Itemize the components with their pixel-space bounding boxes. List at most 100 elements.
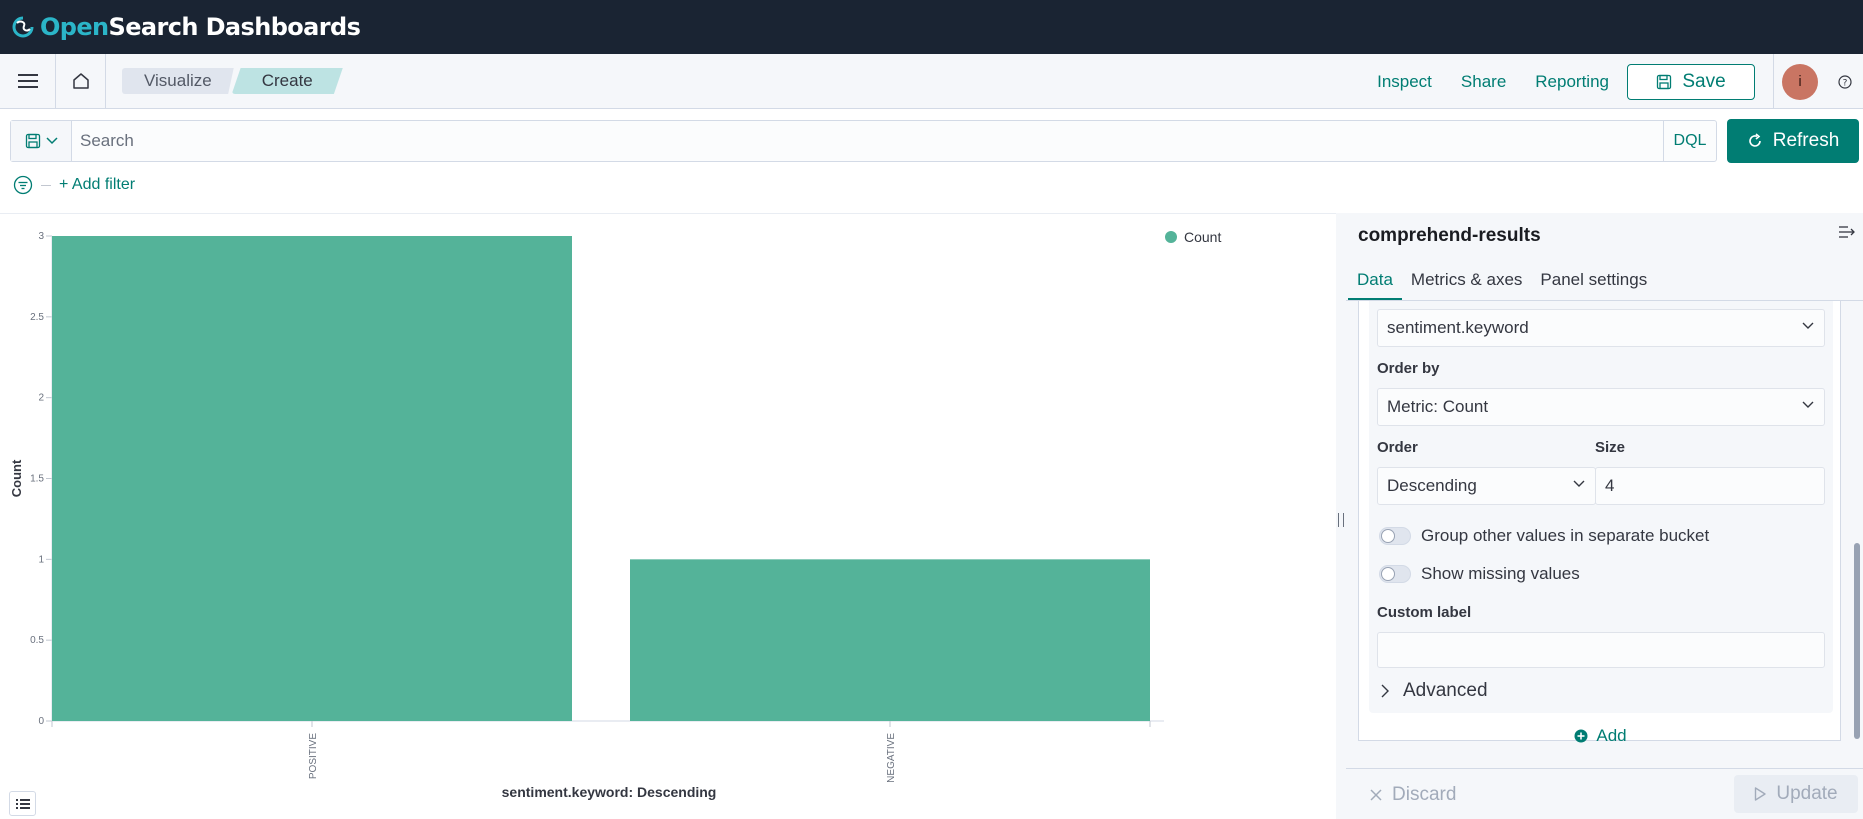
order-label: Order — [1377, 439, 1418, 456]
svg-text:?: ? — [1842, 78, 1847, 88]
nav-bar: Visualize Create Inspect Share Reporting… — [0, 53, 1863, 109]
sidebar-tabs: Data Metrics & axes Panel settings — [1346, 257, 1863, 301]
query-bar: DQL — [10, 120, 1717, 162]
resize-grip-icon — [1338, 513, 1344, 527]
order-by-value: Metric: Count — [1387, 397, 1489, 416]
bar-chart: 0 0.5 1 1.5 2 2.5 3 POSITIVE NEGATIVE Count sentim… — [9, 229, 1221, 800]
opensearch-logo-icon — [12, 16, 34, 38]
order-by-select[interactable]: Metric: Count — [1377, 388, 1825, 426]
play-icon — [1755, 787, 1767, 801]
close-icon — [1370, 789, 1382, 801]
list-icon — [15, 798, 30, 809]
size-input[interactable]: 4 — [1595, 467, 1825, 505]
collapse-sidebar-icon[interactable] — [1839, 225, 1857, 239]
filter-options-icon[interactable] — [13, 175, 33, 195]
group-other-switch[interactable] — [1379, 527, 1411, 545]
show-missing-toggle-row: Show missing values — [1379, 564, 1580, 584]
size-label: Size — [1595, 439, 1626, 456]
order-select[interactable]: Descending — [1377, 467, 1596, 505]
y-tick-label: 0.5 — [30, 635, 44, 646]
refresh-label: Refresh — [1772, 130, 1840, 151]
save-button[interactable]: Save — [1627, 63, 1755, 100]
opensearch-logo[interactable]: OpenSearch Dashboards — [12, 13, 361, 41]
legend-toggle-button[interactable] — [9, 791, 36, 816]
refresh-icon — [1748, 133, 1761, 147]
add-filter-button[interactable]: + Add filter — [59, 176, 135, 194]
sidebar-scroll-thumb[interactable] — [1854, 543, 1860, 739]
legend-swatch — [1165, 231, 1177, 243]
chevron-down-icon — [45, 137, 58, 145]
filter-bar: + Add filter — [13, 174, 135, 196]
sidebar-footer: Discard Update — [1346, 768, 1863, 819]
help-icon: ? — [1837, 74, 1852, 89]
add-bucket-button[interactable]: Add — [1359, 726, 1842, 746]
breadcrumb: Visualize Create — [122, 68, 343, 94]
add-label: Add — [1596, 726, 1627, 745]
help-button[interactable]: ? — [1826, 54, 1863, 109]
panel-resize-handle[interactable] — [1336, 213, 1346, 819]
home-button[interactable] — [56, 53, 106, 109]
tab-metrics-axes[interactable]: Metrics & axes — [1402, 270, 1531, 300]
y-tick-label: 0 — [38, 716, 44, 727]
group-other-label: Group other values in separate bucket — [1421, 526, 1710, 545]
update-button[interactable]: Update — [1734, 775, 1858, 813]
y-tick-label: 1 — [38, 554, 44, 565]
y-tick-label: 3 — [38, 231, 44, 242]
chevron-right-icon — [1381, 684, 1389, 698]
inspect-link[interactable]: Inspect — [1377, 72, 1432, 92]
x-axis-title: sentiment.keyword: Descending — [502, 784, 717, 800]
reporting-link[interactable]: Reporting — [1535, 72, 1609, 92]
field-select-value: sentiment.keyword — [1387, 318, 1529, 337]
custom-label-label: Custom label — [1377, 604, 1472, 621]
chart-area: 0 0.5 1 1.5 2 2.5 3 POSITIVE NEGATIVE Count sentim… — [0, 213, 1336, 819]
show-missing-switch[interactable] — [1379, 565, 1411, 583]
chevron-down-icon — [1802, 401, 1814, 408]
group-other-toggle-row: Group other values in separate bucket — [1379, 526, 1709, 546]
size-value: 4 — [1605, 476, 1615, 495]
editor-sidebar: comprehend-results Data Metrics & axes P… — [1346, 213, 1863, 819]
refresh-button[interactable]: Refresh — [1727, 119, 1859, 163]
y-tick-label: 2 — [38, 393, 44, 404]
save-icon — [1657, 74, 1672, 89]
y-tick-label: 2.5 — [30, 312, 44, 323]
save-label: Save — [1682, 70, 1726, 92]
x-tick-label: NEGATIVE — [886, 733, 897, 783]
field-select[interactable]: sentiment.keyword — [1377, 309, 1825, 347]
chevron-down-icon — [1573, 480, 1585, 487]
show-missing-label: Show missing values — [1421, 564, 1580, 583]
update-label: Update — [1776, 783, 1838, 804]
home-icon — [72, 73, 89, 89]
share-link[interactable]: Share — [1461, 72, 1506, 92]
breadcrumb-visualize[interactable]: Visualize — [122, 68, 234, 94]
order-by-label: Order by — [1377, 360, 1440, 377]
x-tick-label: POSITIVE — [308, 733, 319, 779]
logo-text: OpenSearch Dashboards — [40, 13, 361, 41]
saved-query-icon — [25, 133, 40, 149]
bucket-panel: sentiment.keyword Order by Metric: Count… — [1358, 301, 1841, 745]
hamburger-icon — [17, 74, 38, 88]
query-language-button[interactable]: DQL — [1663, 121, 1716, 161]
order-value: Descending — [1387, 476, 1477, 495]
index-pattern-title: comprehend-results — [1358, 225, 1541, 246]
user-menu[interactable]: i — [1773, 54, 1826, 109]
tab-panel-settings[interactable]: Panel settings — [1531, 270, 1656, 300]
tab-data[interactable]: Data — [1348, 270, 1402, 300]
discard-button[interactable]: Discard — [1370, 784, 1456, 806]
top-header: OpenSearch Dashboards — [0, 0, 1863, 54]
menu-button[interactable] — [0, 53, 56, 109]
saved-query-button[interactable] — [11, 121, 72, 161]
y-tick-label: 1.5 — [30, 474, 44, 485]
breadcrumb-create: Create — [231, 68, 343, 94]
legend-label-count: Count — [1184, 229, 1221, 245]
custom-label-input[interactable] — [1377, 632, 1825, 668]
discard-label: Discard — [1392, 784, 1457, 805]
avatar: i — [1782, 63, 1818, 100]
advanced-label: Advanced — [1403, 680, 1488, 701]
bar-negative — [630, 559, 1150, 721]
bar-positive — [52, 236, 572, 721]
search-input[interactable] — [72, 121, 1663, 161]
advanced-toggle[interactable]: Advanced — [1381, 680, 1488, 702]
chevron-down-icon — [1802, 322, 1814, 329]
filter-separator — [41, 184, 51, 186]
bucket-editor: sentiment.keyword Order by Metric: Count… — [1369, 301, 1833, 713]
